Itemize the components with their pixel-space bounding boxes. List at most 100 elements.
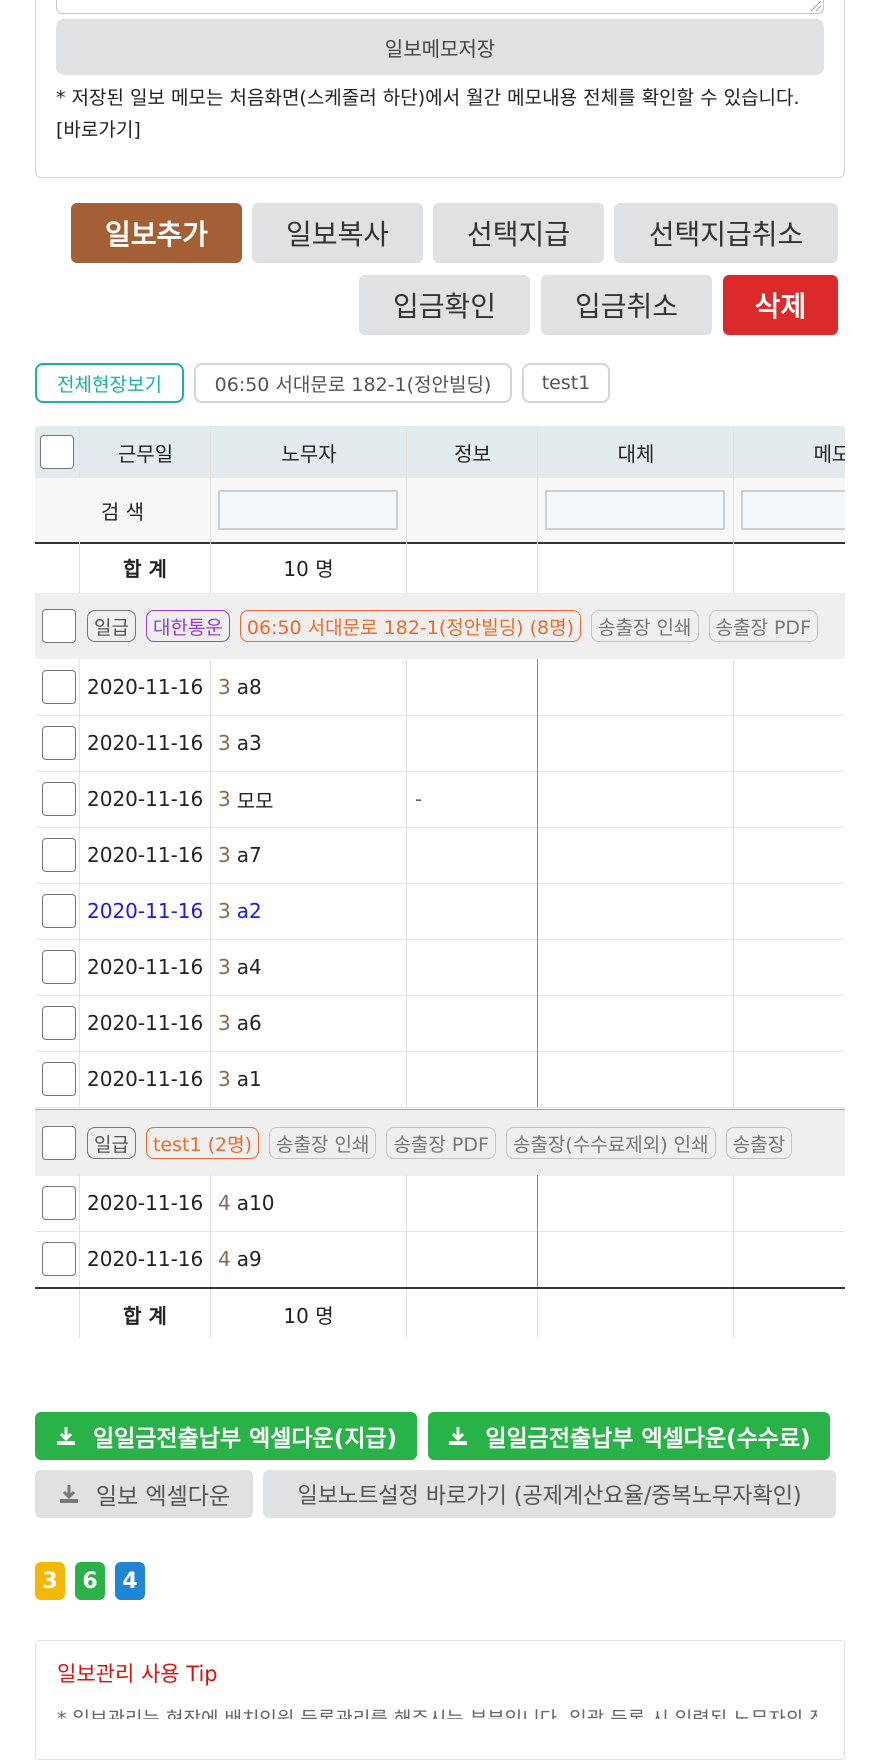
print-invoice-button[interactable]: 송출장 인쇄 xyxy=(591,610,699,642)
row-checkbox[interactable] xyxy=(42,1006,76,1040)
row-info xyxy=(415,995,535,1051)
download-icon xyxy=(58,1483,80,1505)
row-worker[interactable]: 3 a8 xyxy=(218,659,406,715)
row-date[interactable]: 2020-11-16 xyxy=(87,939,211,995)
row-info xyxy=(415,939,535,995)
row-worker[interactable]: 3 모모 xyxy=(218,771,406,827)
table-row[interactable]: 2020-11-16 3 a2 xyxy=(35,883,845,940)
print-invoice-no-fee-button[interactable]: 송출장(수수료제외) 인쇄 xyxy=(505,1127,716,1159)
row-worker-number: 3 xyxy=(218,1067,231,1091)
row-checkbox[interactable] xyxy=(42,950,76,984)
header-info[interactable]: 정보 xyxy=(407,426,538,478)
select-all-checkbox[interactable] xyxy=(40,435,74,469)
row-worker-name[interactable]: a1 xyxy=(237,1067,262,1091)
invoice-pdf-button[interactable]: 송출장 PDF xyxy=(386,1127,496,1159)
row-worker[interactable]: 3 a7 xyxy=(218,827,406,883)
badge-yellow: 3 xyxy=(35,1562,65,1600)
row-checkbox[interactable] xyxy=(42,782,76,816)
add-report-button[interactable]: 일보추가 xyxy=(71,203,242,263)
row-checkbox[interactable] xyxy=(42,838,76,872)
deposit-cancel-button[interactable]: 입금취소 xyxy=(541,275,712,335)
row-worker[interactable]: 4 a9 xyxy=(218,1231,406,1287)
row-worker-name[interactable]: a6 xyxy=(237,1011,262,1035)
row-worker[interactable]: 3 a1 xyxy=(218,1051,406,1107)
header-memo[interactable]: 메모 xyxy=(734,426,845,478)
pay-type-tag: 일급 xyxy=(87,1127,136,1159)
row-date[interactable]: 2020-11-16 xyxy=(87,715,211,771)
table-row[interactable]: 2020-11-16 4 a10 xyxy=(35,1175,845,1232)
site-tag[interactable]: 06:50 서대문로 182-1(정안빌딩) (8명) xyxy=(239,610,582,642)
row-worker-name[interactable]: a3 xyxy=(237,731,262,755)
row-date[interactable]: 2020-11-16 xyxy=(87,1231,211,1287)
table-row[interactable]: 2020-11-16 3 모모 - xyxy=(35,771,845,828)
row-worker-name[interactable]: a10 xyxy=(237,1191,275,1215)
group-checkbox[interactable] xyxy=(42,1126,76,1160)
row-date[interactable]: 2020-11-16 xyxy=(87,827,211,883)
excel-download-pay-button[interactable]: 일일금전출납부 엑셀다운(지급) xyxy=(35,1412,417,1460)
table-row[interactable]: 2020-11-16 3 a4 xyxy=(35,939,845,996)
row-date[interactable]: 2020-11-16 xyxy=(87,1175,211,1231)
row-worker[interactable]: 3 a6 xyxy=(218,995,406,1051)
row-worker-name[interactable]: a9 xyxy=(237,1247,262,1271)
row-worker-name[interactable]: 모모 xyxy=(237,785,274,814)
row-info xyxy=(415,827,535,883)
row-worker[interactable]: 3 a2 xyxy=(218,883,406,939)
excel-download-fee-button[interactable]: 일일금전출납부 엑셀다운(수수료) xyxy=(428,1412,830,1460)
row-checkbox[interactable] xyxy=(42,894,76,928)
select-pay-button[interactable]: 선택지급 xyxy=(433,203,604,263)
table-header-row: 근무일 노무자 정보 대체 메모 xyxy=(35,426,845,479)
tip-title: 일보관리 사용 Tip xyxy=(57,1662,218,1686)
row-worker[interactable]: 4 a10 xyxy=(218,1175,406,1231)
table-row[interactable]: 2020-11-16 3 a7 xyxy=(35,827,845,884)
print-invoice-button[interactable]: 송출장 인쇄 xyxy=(268,1127,377,1159)
table-row[interactable]: 2020-11-16 3 a3 xyxy=(35,715,845,772)
row-date[interactable]: 2020-11-16 xyxy=(87,883,211,939)
report-settings-link-button[interactable]: 일보노트설정 바로가기 (공제계산요율/중복노무자확인) xyxy=(263,1470,836,1518)
row-date[interactable]: 2020-11-16 xyxy=(87,1051,211,1107)
row-worker-name[interactable]: a2 xyxy=(237,899,262,923)
memo-save-button[interactable]: 일보메모저장 xyxy=(56,19,824,75)
row-checkbox[interactable] xyxy=(42,670,76,704)
filter-site-test1[interactable]: test1 xyxy=(522,363,610,403)
row-date[interactable]: 2020-11-16 xyxy=(87,995,211,1051)
row-date[interactable]: 2020-11-16 xyxy=(87,771,211,827)
table-row[interactable]: 2020-11-16 3 a6 xyxy=(35,995,845,1052)
header-date[interactable]: 근무일 xyxy=(80,426,211,478)
row-worker-name[interactable]: a8 xyxy=(237,675,262,699)
search-row: 검 색 xyxy=(35,478,845,544)
filter-site-jeongan[interactable]: 06:50 서대문로 182-1(정안빌딩) xyxy=(194,363,512,403)
row-worker-name[interactable]: a4 xyxy=(237,955,262,979)
memo-textarea[interactable] xyxy=(56,0,824,14)
company-tag[interactable]: 대한통운 xyxy=(145,610,230,642)
row-checkbox[interactable] xyxy=(42,1242,76,1276)
select-pay-cancel-button[interactable]: 선택지급취소 xyxy=(614,203,838,263)
table-row[interactable]: 2020-11-16 4 a9 xyxy=(35,1231,845,1288)
row-worker-name[interactable]: a7 xyxy=(237,843,262,867)
row-checkbox[interactable] xyxy=(42,1062,76,1096)
copy-report-button[interactable]: 일보복사 xyxy=(252,203,423,263)
row-worker[interactable]: 3 a3 xyxy=(218,715,406,771)
table-row[interactable]: 2020-11-16 3 a8 xyxy=(35,659,845,716)
filter-all-sites[interactable]: 전체현장보기 xyxy=(35,363,184,403)
table-row[interactable]: 2020-11-16 3 a1 xyxy=(35,1051,845,1108)
deposit-confirm-button[interactable]: 입금확인 xyxy=(359,275,530,335)
invoice-more-button[interactable]: 송출장 xyxy=(725,1127,793,1159)
header-worker[interactable]: 노무자 xyxy=(211,426,407,478)
badge-blue: 4 xyxy=(115,1562,145,1600)
group-checkbox[interactable] xyxy=(42,609,76,643)
invoice-pdf-button[interactable]: 송출장 PDF xyxy=(708,610,818,642)
row-checkbox[interactable] xyxy=(42,726,76,760)
row-worker-number: 3 xyxy=(218,731,231,755)
header-substitute[interactable]: 대체 xyxy=(538,426,734,478)
resize-handle-icon[interactable] xyxy=(811,1,821,11)
row-worker[interactable]: 3 a4 xyxy=(218,939,406,995)
delete-button[interactable]: 삭제 xyxy=(723,275,838,335)
row-info xyxy=(415,659,535,715)
row-checkbox[interactable] xyxy=(42,1186,76,1220)
daily-excel-download-button[interactable]: 일보 엑셀다운 xyxy=(35,1470,253,1518)
substitute-search-input[interactable] xyxy=(545,490,725,530)
worker-search-input[interactable] xyxy=(218,490,398,530)
site-tag[interactable]: test1 (2명) xyxy=(145,1127,259,1159)
memo-search-input[interactable] xyxy=(741,490,845,530)
row-date[interactable]: 2020-11-16 xyxy=(87,659,211,715)
